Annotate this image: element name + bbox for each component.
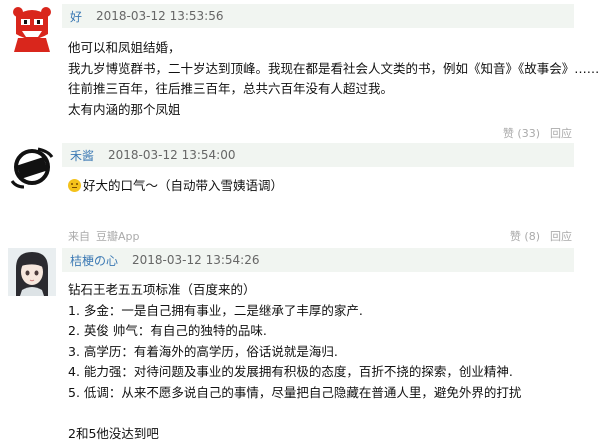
- comment-text: 钻石王老五五项标准（百度来的） 1. 多金：一是自己拥有事业，二是继承了丰厚的家…: [68, 280, 588, 444]
- comment-header: 桔梗の心 2018-03-12 13:54:26: [62, 248, 574, 272]
- source-prefix: 来自: [68, 230, 90, 243]
- like-button[interactable]: 赞 (8): [510, 228, 540, 244]
- comment-actions-row: 来自豆瓣App 赞 (8) 回应: [62, 226, 574, 244]
- comment-line: 1. 多金：一是自己拥有事业，二是继承了丰厚的家产.: [68, 301, 588, 322]
- comment-line: [68, 403, 588, 424]
- author-name[interactable]: 禾酱: [70, 147, 94, 164]
- comment-line: 5. 低调：从来不愿多说自己的事情，尽量把自己隐藏在普通人里，避免外界的打扰: [68, 383, 588, 404]
- comment-line: 往前推三百年，往后推三百年，总共六百年没有人超过我。: [68, 79, 588, 100]
- comment-actions-row: 赞 (33) 回应: [62, 123, 574, 141]
- comment-line: 他可以和凤姐结婚，: [68, 38, 588, 59]
- comment-line: 太有内涵的那个凤姐: [68, 100, 588, 121]
- sweat-smile-emoji-icon: [68, 179, 81, 192]
- comment-line: 2. 英俊 帅气：有自己的独特的品味.: [68, 321, 588, 342]
- comment-line: 4. 能力强：对待问题及事业的发展拥有积极的态度，百折不挠的探索，创业精神.: [68, 362, 588, 383]
- avatar-anime-girl-icon[interactable]: [8, 248, 56, 296]
- comment-line: 好大的口气～（自动带入雪姨语调）: [68, 176, 588, 197]
- comment-time: 2018-03-12 13:54:00: [108, 148, 235, 162]
- comment-text: 好大的口气～（自动带入雪姨语调）: [68, 176, 588, 197]
- author-name[interactable]: 好: [70, 8, 82, 25]
- comment-actions: 赞 (33) 回应: [503, 125, 572, 141]
- comment-line-text: 好大的口气～（自动带入雪姨语调）: [83, 178, 283, 193]
- comment-actions: 赞 (8) 回应: [510, 228, 572, 244]
- comment-source: 来自豆瓣App: [68, 228, 146, 244]
- comment-line: 3. 高学历：有着海外的高学历，俗话说就是海归.: [68, 342, 588, 363]
- source-app-link[interactable]: 豆瓣App: [96, 230, 140, 243]
- comment-text: 他可以和凤姐结婚， 我九岁博览群书，二十岁达到顶峰。我现在都是看社会人文类的书，…: [68, 38, 588, 120]
- comment-time: 2018-03-12 13:54:26: [132, 253, 259, 267]
- avatar-sketch-icon[interactable]: [8, 143, 56, 191]
- reply-button[interactable]: 回应: [550, 125, 572, 141]
- author-name[interactable]: 桔梗の心: [70, 252, 118, 269]
- comment-line: 我九岁博览群书，二十岁达到顶峰。我现在都是看社会人文类的书，例如《知音》《故事会…: [68, 59, 588, 80]
- comment-time: 2018-03-12 13:53:56: [96, 9, 223, 23]
- comment-line: 2和5他没达到吧: [68, 424, 588, 444]
- like-button[interactable]: 赞 (33): [503, 125, 540, 141]
- comment-line: 钻石王老五五项标准（百度来的）: [68, 280, 588, 301]
- avatar-red-mascot-icon[interactable]: [8, 4, 56, 52]
- reply-button[interactable]: 回应: [550, 228, 572, 244]
- comment-header: 好 2018-03-12 13:53:56: [62, 4, 574, 28]
- comment-header: 禾酱 2018-03-12 13:54:00: [62, 143, 574, 167]
